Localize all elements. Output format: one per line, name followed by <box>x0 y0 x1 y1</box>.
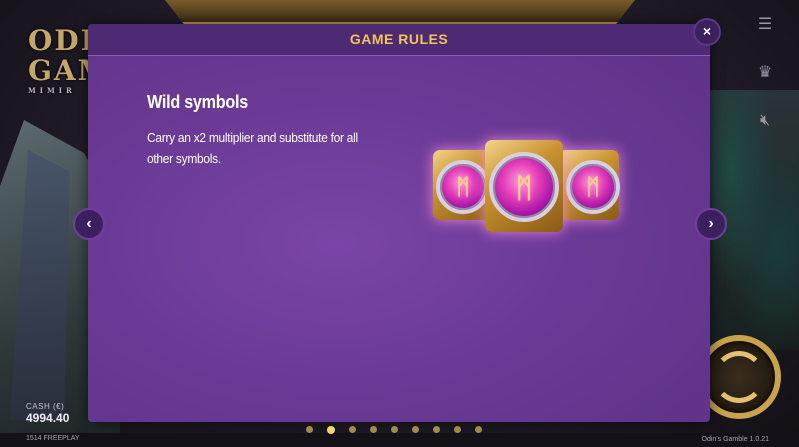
next-page-button[interactable]: › <box>695 208 727 240</box>
spin-arrows-icon <box>713 351 765 403</box>
close-button[interactable]: × <box>693 18 721 46</box>
side-icon-bar: ☰ ♛ 🔇︎ <box>755 15 775 159</box>
page-dot[interactable] <box>454 426 461 433</box>
trophy-icon[interactable]: ♛ <box>755 63 775 83</box>
previous-page-button[interactable]: ‹ <box>73 208 105 240</box>
wild-symbol-center: ᛗ <box>485 140 563 232</box>
version-label: Odin's Gamble 1.0.21 <box>701 436 769 443</box>
sound-off-icon[interactable]: 🔇︎ <box>755 111 775 131</box>
wild-symbol-left: ᛗ <box>433 150 493 220</box>
wild-orb: ᛗ <box>566 160 620 214</box>
cash-block: CASH (€) 4994.40 <box>26 402 69 425</box>
top-frame-ornament <box>165 0 635 24</box>
bottom-bar <box>0 433 799 447</box>
page-dot[interactable] <box>306 426 313 433</box>
rune-icon: ᛗ <box>515 170 533 204</box>
modal-title: GAME RULES <box>349 31 449 47</box>
wild-symbol-right: ᛗ <box>559 150 620 220</box>
page-dot[interactable] <box>391 426 398 433</box>
page-dot[interactable] <box>412 426 419 433</box>
page-dot[interactable] <box>433 426 440 433</box>
game-rules-modal: GAME RULES × Wild symbols Carry an x2 mu… <box>88 18 721 434</box>
page-indicator <box>306 425 482 434</box>
modal-header: GAME RULES <box>88 24 710 56</box>
wild-symbols-illustration: ᛗ ᛗ ᛗ <box>433 136 623 236</box>
wild-orb: ᛗ <box>489 152 559 222</box>
section-body: Carry an x2 multiplier and substitute fo… <box>147 130 358 166</box>
page-dot[interactable] <box>475 426 482 433</box>
menu-icon[interactable]: ☰ <box>755 15 775 35</box>
section-title: Wild symbols <box>147 92 249 112</box>
cash-value: 4994.40 <box>26 411 70 425</box>
rune-icon: ᛗ <box>456 174 470 200</box>
wild-orb: ᛗ <box>436 160 490 214</box>
rune-icon: ᛗ <box>586 174 600 200</box>
page-dot[interactable] <box>370 426 377 433</box>
page-dot[interactable] <box>349 426 356 433</box>
cash-label: CASH (€) <box>26 402 65 411</box>
page-dot[interactable] <box>327 425 335 434</box>
freeplay-label: 1514 FREEPLAY <box>26 435 80 442</box>
